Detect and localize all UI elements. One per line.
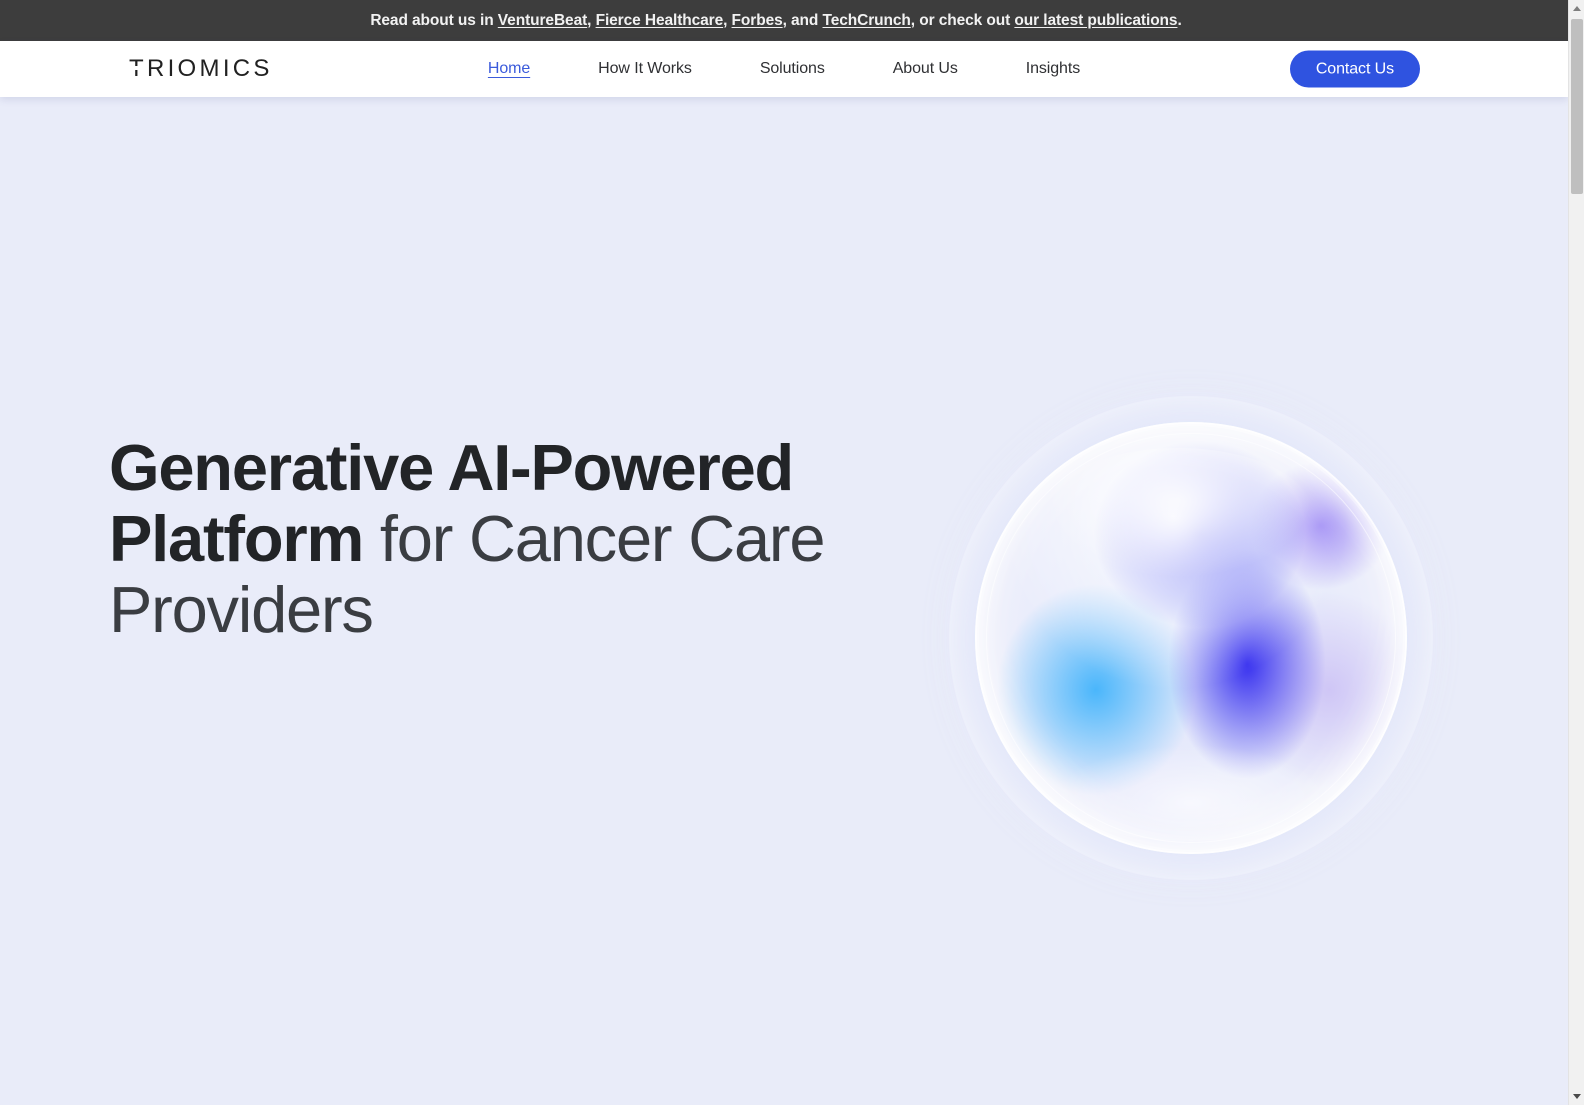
nav-item-insights[interactable]: Insights [1026,56,1080,82]
scroll-up-arrow-icon[interactable] [1569,0,1584,17]
browser-viewport: Read about us in VentureBeat, Fierce Hea… [0,0,1584,1105]
vertical-scrollbar[interactable] [1568,0,1584,1105]
announcement-link-latest-publications[interactable]: our latest publications [1014,12,1177,29]
nav-item-about-us[interactable]: About Us [893,56,958,82]
announcement-sep-2: , and [782,11,823,29]
nav-item-how-it-works[interactable]: How It Works [598,56,692,82]
announcement-link-forbes[interactable]: Forbes [732,12,783,29]
announcement-sep-0: , [587,11,596,29]
announcement-sep-4: . [1177,11,1182,29]
announcement-link-venturebeat[interactable]: VentureBeat [498,12,587,29]
sphere-body [975,422,1407,854]
nav-item-solutions[interactable]: Solutions [760,56,825,82]
nav-item-home[interactable]: Home [488,56,530,82]
hero-section: Generative AI-Powered Platform for Cance… [0,97,1568,1105]
announcement-bar: Read about us in VentureBeat, Fierce Hea… [0,0,1568,41]
announcement-sep-3: , or check out [910,11,1015,29]
announcement-text: Read about us in VentureBeat, Fierce Hea… [370,12,1181,30]
contact-us-button[interactable]: Contact Us [1289,50,1420,88]
gradient-sphere-graphic [949,396,1433,880]
main-navigation-bar: TRIOMICS Home How It Works Solutions Abo… [0,41,1568,97]
scrollbar-thumb[interactable] [1571,19,1583,194]
hero-copy: Generative AI-Powered Platform for Cance… [109,432,869,646]
announcement-sep-1: , [723,11,732,29]
scroll-down-arrow-icon[interactable] [1569,1088,1584,1105]
page-content: Read about us in VentureBeat, Fierce Hea… [0,0,1568,1105]
hero-headline: Generative AI-Powered Platform for Cance… [109,432,869,646]
announcement-prefix: Read about us in [370,11,498,29]
announcement-link-fierce-healthcare[interactable]: Fierce Healthcare [596,12,724,29]
announcement-link-techcrunch[interactable]: TechCrunch [823,12,911,29]
